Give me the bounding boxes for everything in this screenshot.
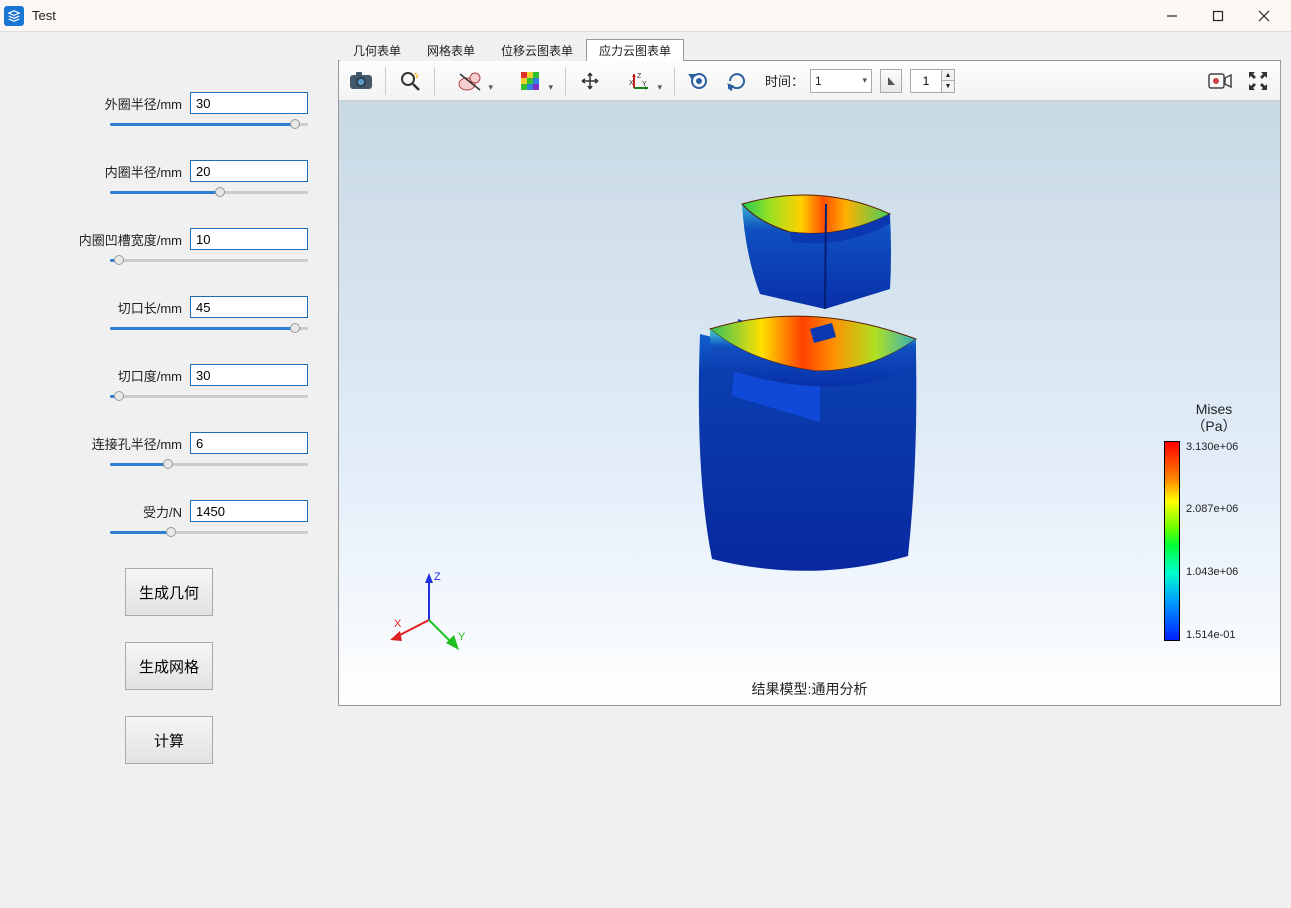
legend-tick: 1.514e-01	[1186, 629, 1238, 641]
window-title: Test	[32, 8, 1149, 23]
stress-model-render	[640, 164, 980, 594]
maximize-button[interactable]	[1195, 1, 1241, 31]
svg-text:X: X	[629, 80, 634, 87]
step-back-button[interactable]	[880, 69, 902, 93]
minimize-button[interactable]	[1149, 1, 1195, 31]
param-input[interactable]	[190, 500, 308, 522]
param-input[interactable]	[190, 364, 308, 386]
legend-gradient-bar	[1164, 441, 1180, 641]
time-select[interactable]: 1	[810, 69, 872, 93]
legend-tick: 2.087e+06	[1186, 503, 1238, 515]
title-bar: Test	[0, 0, 1291, 32]
svg-text:Y: Y	[642, 81, 647, 88]
rotate-cw-icon[interactable]	[719, 64, 755, 98]
rotate-ccw-icon[interactable]	[681, 64, 717, 98]
legend-tick: 1.043e+06	[1186, 566, 1238, 578]
param-label: 切口长/mm	[118, 298, 182, 317]
tab-1[interactable]: 网格表单	[414, 39, 488, 61]
param-input[interactable]	[190, 432, 308, 454]
param-label: 内圈半径/mm	[105, 162, 182, 181]
frame-spinner[interactable]: ▲▼	[910, 69, 955, 93]
param-label: 受力/N	[143, 502, 182, 521]
legend-tick: 3.130e+06	[1186, 441, 1238, 453]
param-slider[interactable]	[110, 116, 308, 132]
fullscreen-icon[interactable]	[1240, 64, 1276, 98]
param-slider[interactable]	[110, 184, 308, 200]
svg-text:X: X	[394, 618, 402, 630]
param-slider[interactable]	[110, 388, 308, 404]
time-label: 时间：	[765, 71, 804, 90]
svg-text:Y: Y	[458, 631, 466, 643]
color-map-dropdown[interactable]	[501, 64, 559, 98]
frame-down[interactable]: ▼	[942, 81, 954, 92]
param-label: 连接孔半径/mm	[92, 434, 182, 453]
generate-mesh-button[interactable]: 生成网格	[125, 642, 213, 690]
pan-icon[interactable]	[572, 64, 608, 98]
parameters-panel: 外圈半径/mm 内圈半径/mm 内圈凹槽宽度/mm 切口长/mm 切口度/mm 连接孔半径…	[0, 32, 338, 908]
3d-viewport[interactable]: Z X Y Mises （Pa） 3.130e+06	[339, 101, 1280, 705]
generate-geometry-button[interactable]: 生成几何	[125, 568, 213, 616]
viewport-toolbar: ZY X 时间： 1 ▲▼	[339, 61, 1280, 101]
tabs-bar: 几何表单网格表单位移云图表单应力云图表单	[340, 38, 1281, 60]
param-input[interactable]	[190, 296, 308, 318]
param-input[interactable]	[190, 92, 308, 114]
param-input[interactable]	[190, 160, 308, 182]
frame-input[interactable]	[911, 74, 941, 88]
tab-2[interactable]: 位移云图表单	[488, 39, 586, 61]
param-slider[interactable]	[110, 456, 308, 472]
display-style-dropdown[interactable]	[441, 64, 499, 98]
color-legend: Mises （Pa） 3.130e+062.087e+061.043e+061.…	[1164, 401, 1264, 641]
param-slider[interactable]	[110, 524, 308, 540]
param-label: 切口度/mm	[118, 366, 182, 385]
svg-text:Z: Z	[434, 571, 441, 583]
param-label: 外圈半径/mm	[105, 94, 182, 113]
axis-triad: Z X Y	[384, 565, 474, 655]
param-slider[interactable]	[110, 320, 308, 336]
frame-up[interactable]: ▲	[942, 70, 954, 81]
param-input[interactable]	[190, 228, 308, 250]
compute-button[interactable]: 计算	[125, 716, 213, 764]
viewport-frame: ZYX 时间： 1 ▲▼	[338, 60, 1281, 706]
tab-0[interactable]: 几何表单	[340, 39, 414, 61]
result-model-label: 结果模型:通用分析	[752, 679, 868, 699]
axes-toggle-dropdown[interactable]: ZY X	[610, 64, 668, 98]
param-slider[interactable]	[110, 252, 308, 268]
svg-text:Z: Z	[637, 73, 642, 80]
camera-icon[interactable]	[343, 64, 379, 98]
video-icon[interactable]	[1202, 64, 1238, 98]
app-icon	[4, 6, 24, 26]
param-label: 内圈凹槽宽度/mm	[79, 230, 182, 249]
zoom-fit-icon[interactable]	[392, 64, 428, 98]
tab-3[interactable]: 应力云图表单	[586, 39, 684, 61]
close-button[interactable]	[1241, 1, 1287, 31]
